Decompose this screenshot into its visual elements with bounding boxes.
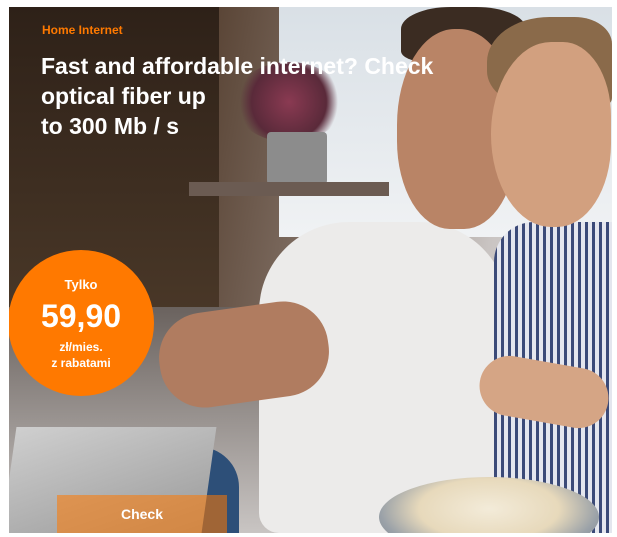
ad-eyebrow: Home Internet (42, 23, 123, 37)
price-note: z rabatami (51, 356, 111, 370)
window-shelf (189, 182, 389, 196)
headline-line: to 300 Mb / s (41, 113, 180, 139)
price-unit: zł/mies. (59, 340, 103, 354)
headline-line: optical fiber up (41, 83, 206, 109)
price-value: 59,90 (40, 298, 122, 334)
internet-ad-banner[interactable]: Home Internet Fast and affordable intern… (9, 7, 612, 533)
check-button[interactable]: Check (57, 495, 227, 533)
headline-line: Fast and affordable internet? Check (41, 53, 434, 79)
ad-headline: Fast and affordable internet? Check opti… (41, 51, 561, 141)
price-prefix: Tylko (64, 277, 98, 292)
price-badge: Tylko 59,90 zł/mies. z rabatami (9, 250, 154, 396)
